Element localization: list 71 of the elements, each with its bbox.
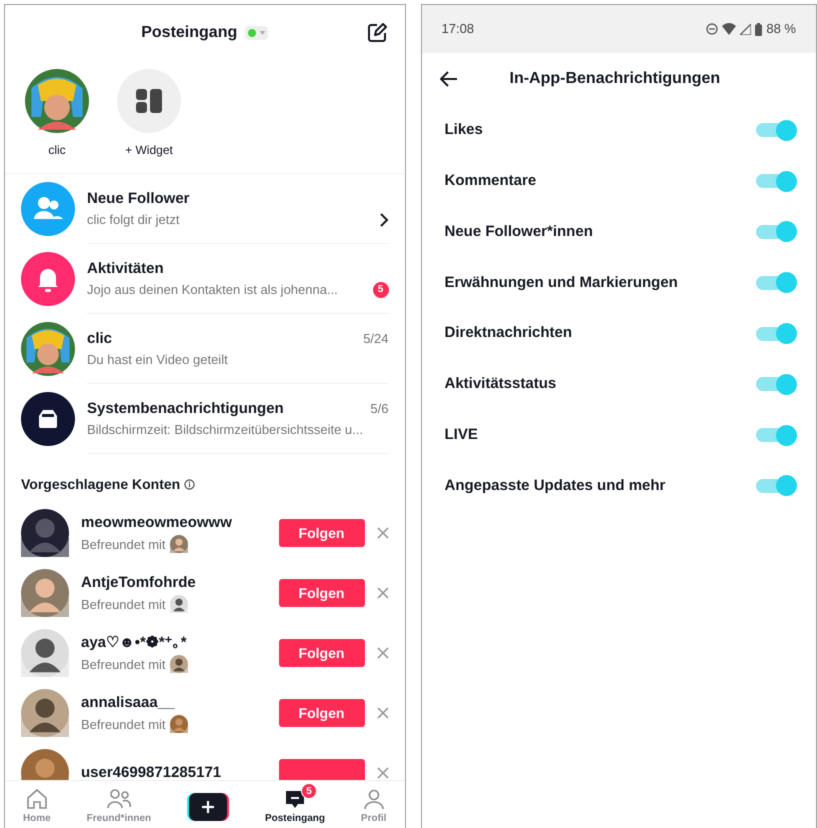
bell-icon (21, 252, 75, 306)
follow-button[interactable]: Folgen (278, 639, 364, 667)
people-icon (21, 182, 75, 236)
compose-icon[interactable] (366, 22, 388, 44)
message-row[interactable]: clic 5/24 Du hast ein Video geteilt (5, 314, 404, 384)
nav-tab[interactable]: Posteingang 5 (258, 783, 331, 826)
account-name[interactable]: user4699871285171 (81, 762, 266, 780)
message-title: Neue Follower (87, 188, 190, 208)
setting-label: Angepasste Updates und mehr (444, 476, 666, 496)
battery-icon (755, 22, 762, 36)
setting-label: Direktnachrichten (444, 323, 572, 344)
status-time: 17:08 (442, 20, 474, 38)
account-name[interactable]: meowmeowmeowww (81, 512, 266, 534)
message-date: 5/24 (363, 330, 388, 348)
setting-label: Aktivitätsstatus (444, 374, 556, 394)
close-icon[interactable] (376, 527, 388, 539)
close-icon[interactable] (376, 647, 388, 659)
follow-button[interactable]: Folgen (278, 699, 364, 727)
story-label[interactable]: + Widget (125, 141, 173, 159)
do-not-disturb-icon (706, 23, 718, 35)
message-preview: clic folgt dir jetzt (87, 211, 180, 229)
notification-badge: 5 (300, 783, 317, 799)
account-name[interactable]: aya♡☻•*❁*⁺｡* (81, 632, 266, 654)
close-icon[interactable] (376, 587, 388, 599)
wifi-icon (722, 23, 736, 35)
status-selector[interactable] (245, 26, 268, 40)
section-heading: Vorgeschlagene Konten (21, 475, 180, 494)
caret-icon (260, 31, 266, 35)
message-row[interactable]: Systembenachrichtigungen 5/6 Bildschirmzeit: Bildschirmzeitübersichtsseite u... (5, 384, 404, 454)
account-name[interactable]: annalisaaa__ (81, 692, 266, 714)
setting-label: Neue Follower*innen (444, 222, 593, 242)
message-row[interactable]: Aktivitäten Jojo aus deinen Kontakten ist als johenna... 5 (5, 244, 404, 314)
toggle-switch[interactable] (756, 224, 796, 239)
message-preview: Bildschirmzeit: Bildschirmzeitübersichtsseite u... (87, 421, 363, 439)
message-preview: Du hast ein Video geteilt (87, 351, 228, 369)
setting-label: LIVE (444, 424, 478, 445)
message-row[interactable]: Neue Follower clic folgt dir jetzt (5, 174, 404, 244)
message-preview: Jojo aus deinen Kontakten ist als johenna... (87, 281, 338, 299)
message-title: Aktivitäten (87, 258, 164, 278)
chevron-right-icon (378, 212, 388, 228)
battery-level: 88 % (766, 20, 796, 38)
unread-badge: 5 (372, 282, 388, 298)
friends-note: Befreundet mit (81, 596, 166, 614)
back-arrow-icon[interactable] (440, 71, 458, 87)
setting-label: Kommentare (444, 170, 536, 191)
toggle-switch[interactable] (756, 276, 796, 290)
account-name[interactable]: AntjeTomfohrde (81, 572, 266, 594)
close-icon[interactable] (376, 707, 388, 719)
setting-label: Likes (444, 120, 483, 140)
close-icon[interactable] (376, 767, 388, 779)
home-icon (24, 787, 49, 811)
friends-note: Befreundet mit (81, 536, 166, 554)
follow-button[interactable]: Folgen (278, 579, 364, 607)
message-title: clic (87, 328, 112, 348)
plus-icon (187, 792, 230, 820)
settings-title: In-App-Benachrichtigungen (510, 69, 720, 89)
message-title: Systembenachrichtigungen (87, 398, 284, 418)
friends-note: Befreundet mit (81, 656, 166, 674)
profile-icon (362, 787, 386, 811)
signal-icon (740, 24, 752, 34)
widget-icon[interactable] (117, 69, 181, 133)
inbox-icon (21, 392, 75, 446)
toggle-switch[interactable] (756, 478, 796, 493)
inbox-title: Posteingang (141, 23, 238, 43)
setting-label: Erwähnungen und Markierungen (444, 272, 678, 293)
follow-button[interactable]: Folgen (278, 519, 364, 547)
message-date: 5/6 (370, 400, 388, 418)
info-icon (184, 479, 196, 490)
friends-note: Befreundet mit (81, 716, 166, 734)
story-label[interactable]: clic (48, 141, 66, 159)
friends-icon (106, 787, 132, 811)
